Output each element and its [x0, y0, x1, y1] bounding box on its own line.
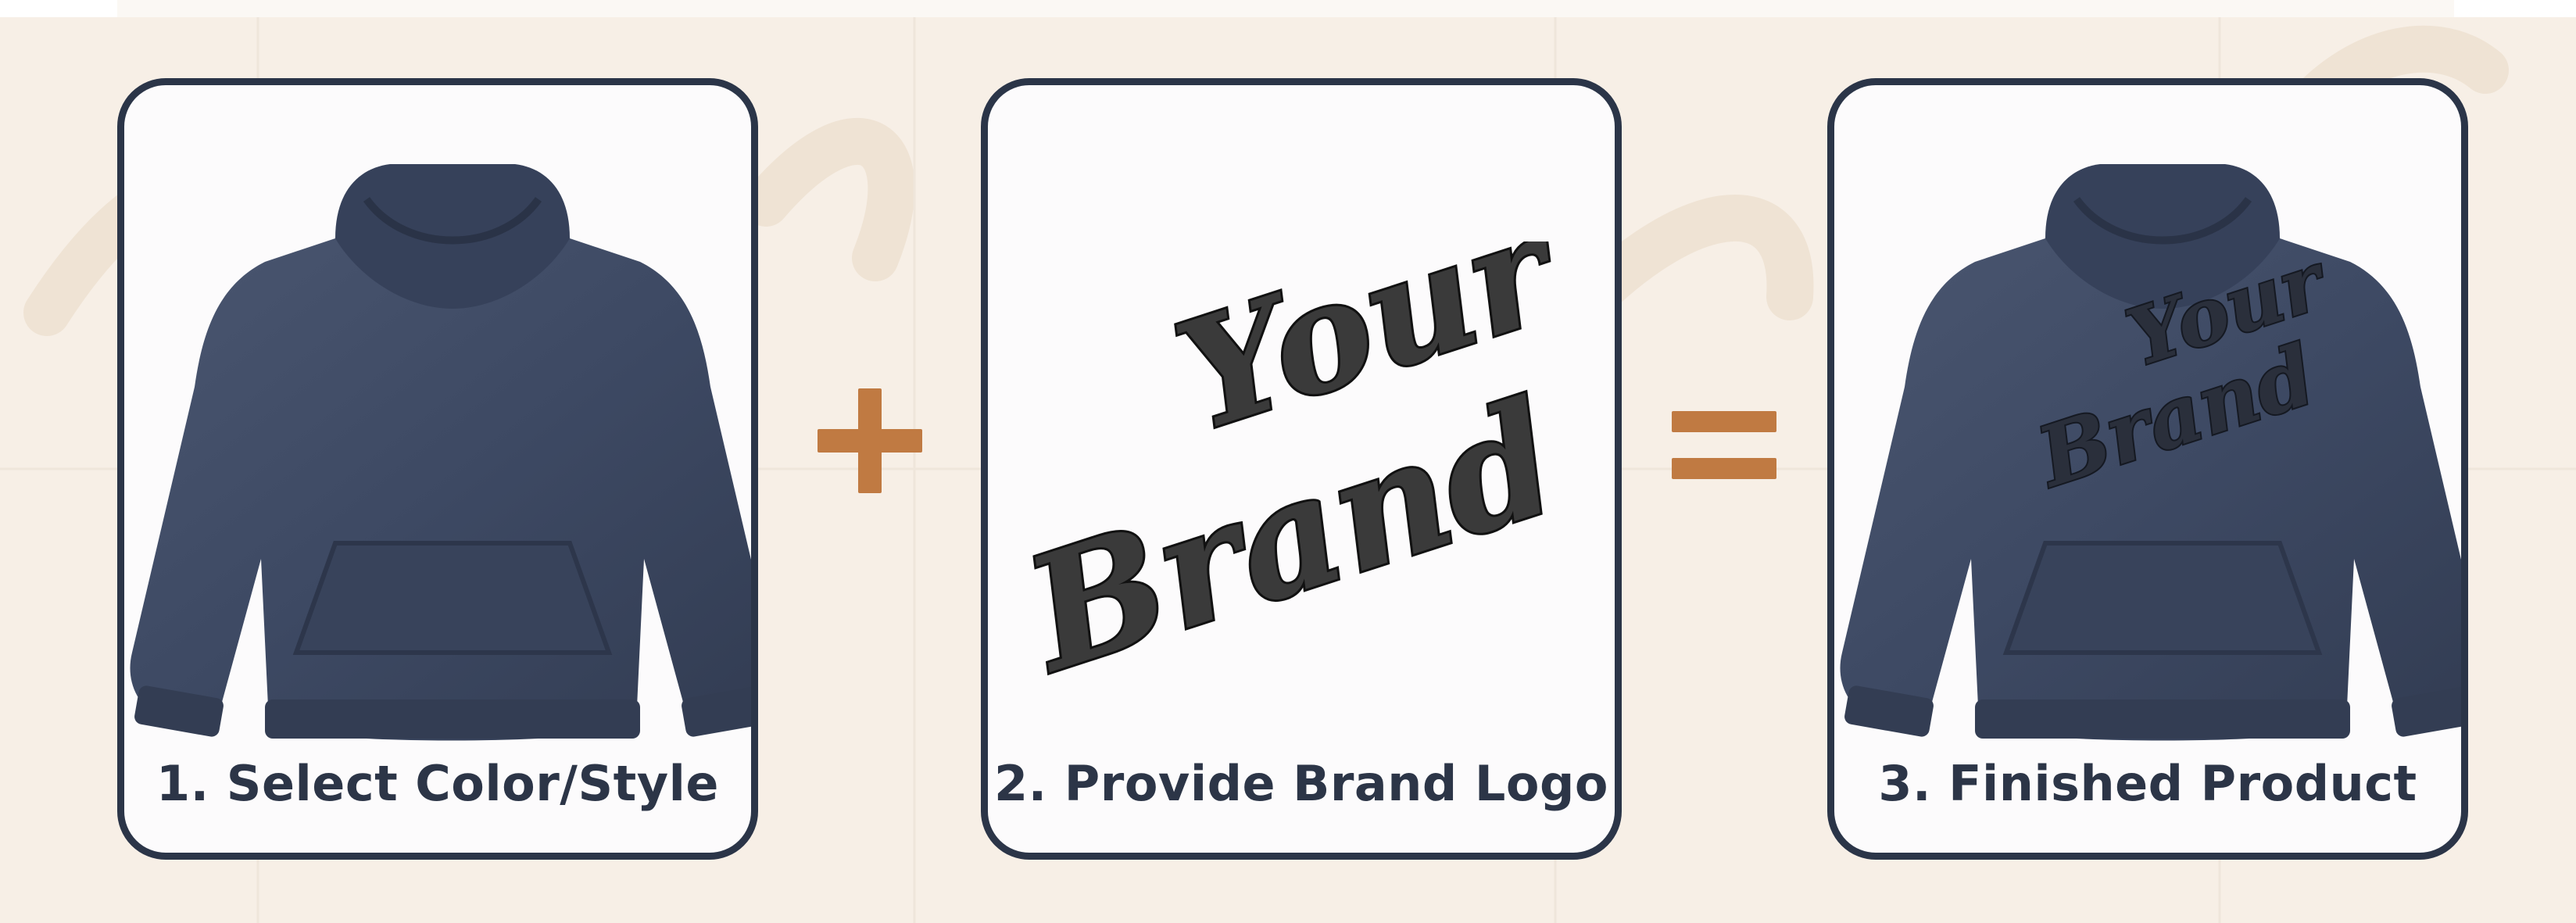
step-caption: 1. Select Color/Style	[156, 755, 719, 812]
branded-hoodie-image: Your Brand	[1834, 152, 2461, 770]
brand-logo-image: Your Brand	[1004, 241, 1597, 679]
step-caption: 3. Finished Product	[1878, 755, 2417, 812]
brand-logo-icon: Your Brand	[1004, 241, 1583, 679]
branded-hoodie-icon: Your Brand	[1840, 164, 2461, 741]
step-card-brand-logo[interactable]: Your Brand 2. Provide Brand Logo	[981, 78, 1622, 860]
hoodie-icon	[130, 164, 751, 741]
step-caption: 2. Provide Brand Logo	[994, 755, 1608, 812]
hoodie-image	[124, 152, 751, 770]
step-card-finished-product[interactable]: Your Brand 3. Finished Product	[1827, 78, 2468, 860]
step-card-select-style[interactable]: 1. Select Color/Style	[117, 78, 758, 860]
